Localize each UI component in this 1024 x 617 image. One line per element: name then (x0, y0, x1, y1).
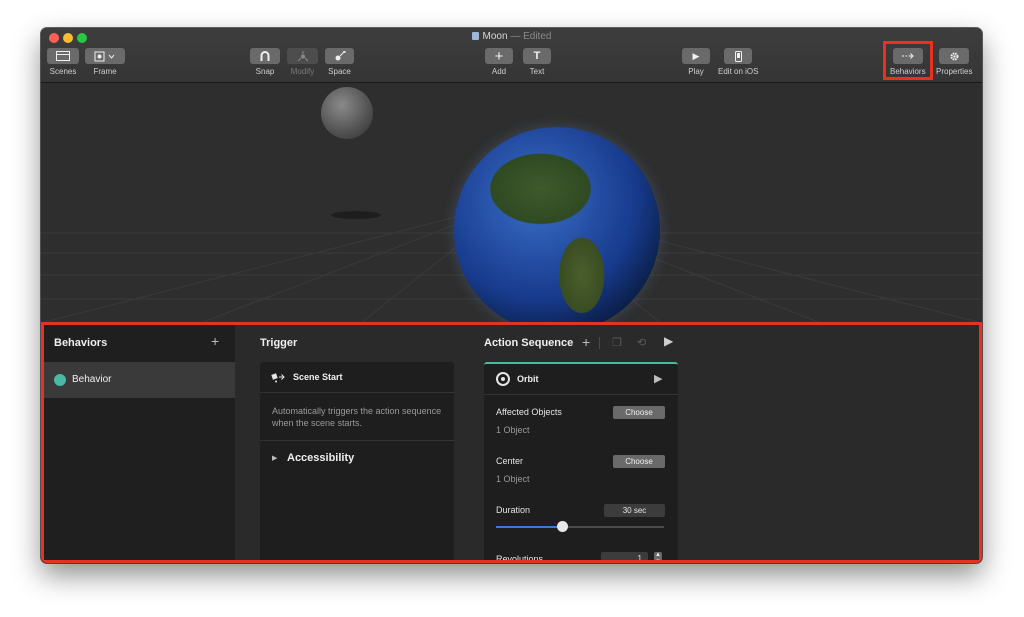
scenes-icon (47, 48, 79, 64)
behaviors-sidebar: Behaviors + Behavior (41, 324, 235, 563)
space-icon (325, 48, 354, 64)
affected-objects-choose-button[interactable]: Choose (613, 406, 665, 419)
trigger-divider (260, 440, 454, 441)
modify-button[interactable]: Modify (287, 48, 318, 76)
plus-icon: + (485, 48, 513, 65)
toolbar: Moon — Edited Scenes Frame Snap Modify S… (41, 28, 982, 83)
revolutions-label: Revolutions (496, 554, 544, 563)
snap-button[interactable]: Snap (250, 48, 280, 76)
behaviors-highlight (883, 41, 933, 80)
group-actions-icon[interactable]: ❐ (612, 336, 622, 349)
orbit-icon (496, 372, 510, 386)
orbit-header[interactable]: Orbit ▶ (484, 364, 678, 395)
document-icon (471, 32, 479, 40)
play-sequence-icon[interactable]: ▶ (664, 334, 673, 348)
scenes-button[interactable]: Scenes (47, 48, 79, 76)
disclosure-triangle-icon[interactable]: ▶ (272, 454, 277, 462)
play-action-icon[interactable]: ▶ (654, 372, 662, 385)
revolutions-field[interactable]: 1 (601, 552, 648, 563)
behavior-color-dot (54, 374, 66, 386)
play-icon: ▶ (682, 48, 710, 64)
scene-viewport[interactable] (41, 83, 982, 323)
duration-field[interactable]: 30 sec (604, 504, 665, 517)
duration-label: Duration (496, 505, 531, 515)
trigger-description: Automatically triggers the action sequen… (272, 406, 442, 428)
affected-objects-value: 1 Object (496, 425, 530, 435)
sidebar-item-behavior[interactable]: Behavior (41, 362, 235, 398)
behaviors-title: Behaviors (54, 337, 108, 349)
modify-icon (287, 48, 318, 64)
duration-slider[interactable] (496, 521, 664, 532)
duration-slider-thumb[interactable] (556, 521, 568, 532)
moon-object[interactable] (321, 87, 373, 139)
orbit-action-card: Orbit ▶ Affected Objects Choose 1 Object… (484, 362, 678, 563)
text-icon: T (523, 48, 551, 64)
revolutions-stepper[interactable]: ▲ ▼ (654, 552, 662, 563)
action-sequence-title: Action Sequence (484, 337, 574, 349)
gear-icon (939, 48, 970, 64)
magnet-icon (250, 48, 280, 64)
window-title: Moon — Edited (41, 31, 982, 42)
trigger-card: Scene Start Automatically triggers the a… (260, 362, 454, 563)
iphone-icon (724, 48, 753, 64)
scene-start-header[interactable]: Scene Start (260, 362, 454, 393)
affected-objects-label: Affected Objects (496, 407, 562, 417)
play-button[interactable]: ▶ Play (682, 48, 710, 76)
duration-slider-fill (496, 526, 562, 528)
loop-icon[interactable]: ⟲ (637, 336, 646, 349)
scene-start-icon (271, 373, 285, 383)
space-button[interactable]: Space (325, 48, 354, 76)
earth-object[interactable] (454, 127, 660, 323)
trigger-title: Trigger (260, 337, 298, 349)
frame-button[interactable]: Frame (85, 48, 125, 76)
frame-icon (85, 48, 125, 64)
add-button[interactable]: + Add (485, 48, 513, 76)
center-choose-button[interactable]: Choose (613, 455, 665, 468)
accessibility-disclosure[interactable]: Accessibility (287, 452, 354, 464)
center-value: 1 Object (496, 474, 530, 484)
add-behavior-button[interactable]: + (211, 333, 219, 349)
behaviors-panel: Behaviors + Behavior Trigger Scene Start… (41, 323, 982, 563)
app-window: Moon — Edited Scenes Frame Snap Modify S… (41, 28, 982, 563)
center-label: Center (496, 456, 524, 466)
properties-button[interactable]: Properties (936, 48, 972, 76)
edit-on-ios-button[interactable]: Edit on iOS (718, 48, 758, 76)
moon-shadow (331, 211, 381, 219)
toolbar-separator (599, 337, 600, 349)
text-button[interactable]: T Text (523, 48, 551, 76)
add-action-button[interactable]: + (582, 334, 590, 350)
